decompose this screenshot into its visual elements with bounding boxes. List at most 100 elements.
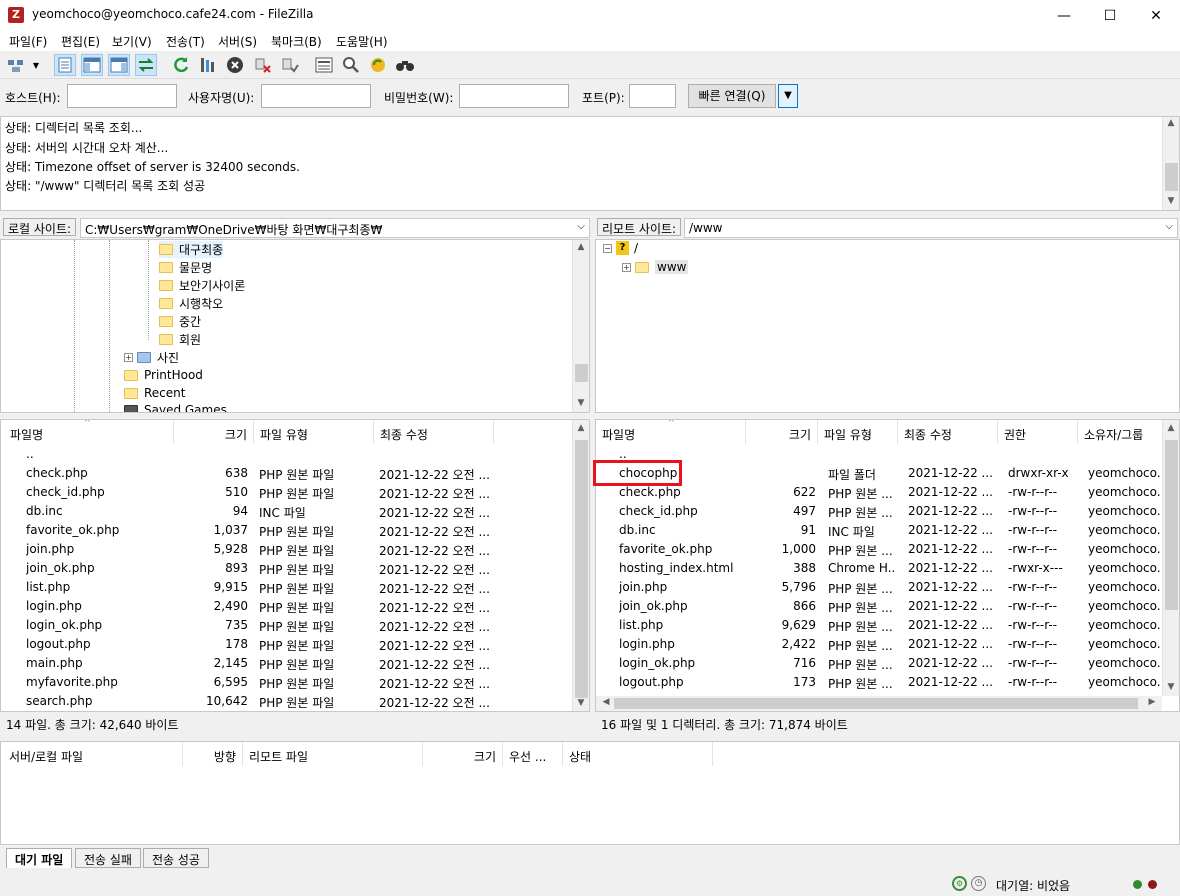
toggle-local-tree-icon[interactable] (81, 54, 103, 76)
file-row[interactable]: list.php 9,915 PHP 원본 파일 2021-12-22 오전 ... (1, 578, 589, 597)
col-owner[interactable]: 소유자/그룹 (1078, 420, 1163, 444)
file-row[interactable]: .. (596, 445, 1179, 464)
tree-item[interactable]: Recent (124, 386, 185, 400)
tree-item[interactable]: 회원 (159, 331, 201, 348)
expand-icon[interactable]: + (124, 353, 133, 362)
queue-col-size[interactable]: 크기 (423, 742, 503, 766)
search-files-icon[interactable] (340, 54, 362, 76)
file-row[interactable]: search.php 10,642 PHP 원본 파일 2021-12-22 오전 .… (1, 692, 589, 711)
toggle-log-icon[interactable] (54, 54, 76, 76)
site-manager-icon[interactable] (6, 54, 26, 76)
file-row[interactable]: db.inc 94 INC 파일 2021-12-22 오전 ... (1, 502, 589, 521)
file-row[interactable]: check_id.php 497 PHP 원본 ... 2021-12-22 ... -… (596, 502, 1179, 521)
hscroll-thumb[interactable] (614, 698, 1138, 709)
scroll-up-icon[interactable]: ▲ (573, 423, 589, 433)
log-scrollbar[interactable]: ▲ ▼ (1162, 117, 1179, 210)
compare-dirs-icon[interactable] (394, 54, 416, 76)
tree-item[interactable]: + www (622, 260, 689, 274)
file-row[interactable]: check.php 622 PHP 원본 ... 2021-12-22 ... -rw-… (596, 483, 1179, 502)
queue-col-file[interactable]: 서버/로컬 파일 (3, 742, 183, 766)
tree-item[interactable]: − ? / (603, 241, 638, 255)
scroll-down-icon[interactable]: ▼ (1163, 682, 1179, 692)
file-row[interactable]: join_ok.php 893 PHP 원본 파일 2021-12-22 오전 ... (1, 559, 589, 578)
file-row[interactable]: login_ok.php 735 PHP 원본 파일 2021-12-22 오전 ..… (1, 616, 589, 635)
file-row[interactable]: db.inc 91 INC 파일 2021-12-22 ... -rw-r--r-- ye… (596, 521, 1179, 540)
log-scroll-thumb[interactable] (1165, 163, 1178, 191)
tree-item[interactable]: + 사진 (124, 349, 179, 366)
menu-transfer[interactable]: 전송(T) (166, 33, 205, 50)
quickconnect-dropdown-icon[interactable]: ▼ (778, 84, 798, 108)
sync-browsing-icon[interactable] (367, 54, 389, 76)
menu-bookmarks[interactable]: 북마크(B) (271, 33, 322, 50)
file-row[interactable]: list.php 9,629 PHP 원본 ... 2021-12-22 ... -rw… (596, 616, 1179, 635)
cancel-operation-icon[interactable] (224, 54, 246, 76)
scroll-left-icon[interactable]: ◀ (598, 697, 614, 707)
tab-successful-transfers[interactable]: 전송 성공 (143, 848, 209, 868)
expand-icon[interactable]: + (622, 262, 631, 272)
queue-col-priority[interactable]: 우선 ... (503, 742, 563, 766)
col-size[interactable]: 크기 (174, 420, 254, 444)
col-size[interactable]: 크기 (746, 420, 818, 444)
file-row[interactable]: logout.php 178 PHP 원본 파일 2021-12-22 오전 ... (1, 635, 589, 654)
scroll-thumb[interactable] (1165, 440, 1178, 610)
file-row[interactable]: myfavorite.php 6,595 PHP 원본 파일 2021-12-22 오… (1, 673, 589, 692)
user-input[interactable] (261, 84, 371, 108)
maximize-button[interactable]: ☐ (1087, 0, 1133, 31)
gear-icon[interactable]: ⚙ (952, 876, 967, 891)
scroll-up-icon[interactable]: ▲ (1163, 423, 1179, 433)
file-row[interactable]: join.php 5,928 PHP 원본 파일 2021-12-22 오전 ... (1, 540, 589, 559)
menu-edit[interactable]: 편집(E) (61, 33, 100, 50)
file-row[interactable]: logout.php 173 PHP 원본 ... 2021-12-22 ... -rw… (596, 673, 1179, 692)
scroll-thumb[interactable] (575, 440, 588, 698)
menu-view[interactable]: 보기(V) (112, 33, 152, 50)
col-modified[interactable]: 최종 수정 (374, 420, 494, 444)
file-row[interactable]: check_id.php 510 PHP 원본 파일 2021-12-22 오전 ..… (1, 483, 589, 502)
scroll-down-icon[interactable]: ▼ (1163, 196, 1179, 206)
collapse-icon[interactable]: − (603, 243, 612, 253)
site-manager-dropdown-icon[interactable]: ▼ (30, 54, 42, 76)
remote-list-scrollbar[interactable]: ▲ ▼ (1162, 420, 1179, 696)
file-row[interactable]: join_ok.php 866 PHP 원본 ... 2021-12-22 ... -r… (596, 597, 1179, 616)
queue-col-direction[interactable]: 방향 (183, 742, 243, 766)
tree-item[interactable]: PrintHood (124, 368, 203, 382)
file-row[interactable]: favorite_ok.php 1,037 PHP 원본 파일 2021-12-22 … (1, 521, 589, 540)
col-modified[interactable]: 최종 수정 (898, 420, 998, 444)
refresh-icon[interactable] (170, 54, 192, 76)
queue-col-remote[interactable]: 리모트 파일 (243, 742, 423, 766)
col-type[interactable]: 파일 유형 (818, 420, 898, 444)
scroll-down-icon[interactable]: ▼ (573, 398, 589, 408)
file-row[interactable]: login_ok.php 716 PHP 원본 ... 2021-12-22 ... -… (596, 654, 1179, 673)
chevron-down-icon[interactable]: ⌵ (577, 221, 585, 232)
chevron-down-icon[interactable]: ⌵ (1165, 221, 1173, 232)
col-type[interactable]: 파일 유형 (254, 420, 374, 444)
file-row[interactable]: hosting_index.html 388 Chrome H... 2021-12-… (596, 559, 1179, 578)
queue-col-status[interactable]: 상태 (563, 742, 713, 766)
scroll-up-icon[interactable]: ▲ (1163, 118, 1179, 128)
password-input[interactable] (459, 84, 569, 108)
tree-item[interactable]: 대구최종 (159, 241, 224, 258)
file-row[interactable]: main.php 2,145 PHP 원본 파일 2021-12-22 오전 ... (1, 654, 589, 673)
close-button[interactable]: ✕ (1133, 0, 1179, 31)
port-input[interactable] (629, 84, 676, 108)
minimize-button[interactable]: — (1041, 0, 1087, 31)
toggle-remote-tree-icon[interactable] (108, 54, 130, 76)
quickconnect-button[interactable]: 빠른 연결(Q) (688, 84, 776, 108)
scroll-down-icon[interactable]: ▼ (573, 698, 589, 708)
file-row[interactable]: join.php 5,796 PHP 원본 ... 2021-12-22 ... -rw… (596, 578, 1179, 597)
toggle-queue-icon[interactable] (135, 54, 157, 76)
file-row[interactable]: favorite_ok.php 1,000 PHP 원본 ... 2021-12-22… (596, 540, 1179, 559)
scroll-thumb[interactable] (575, 364, 588, 382)
file-row[interactable]: login.php 2,422 PHP 원본 ... 2021-12-22 ... -r… (596, 635, 1179, 654)
local-path-combo[interactable]: C:₩Users₩gram₩OneDrive₩바탕 화면₩대구최종₩ ⌵ (80, 218, 590, 238)
tab-failed-transfers[interactable]: 전송 실패 (75, 848, 141, 868)
tree-item[interactable]: 중간 (159, 313, 201, 330)
file-row[interactable]: .. (1, 445, 589, 464)
file-row[interactable]: login.php 2,490 PHP 원본 파일 2021-12-22 오전 ... (1, 597, 589, 616)
tree-item[interactable]: 물문명 (159, 259, 212, 276)
disconnect-icon[interactable] (252, 54, 274, 76)
tab-queued-files[interactable]: 대기 파일 (6, 848, 73, 868)
reconnect-icon[interactable] (279, 54, 301, 76)
tree-item[interactable]: Saved Games (124, 403, 227, 412)
file-row[interactable]: chocophp 파일 폴더 2021-12-22 ... drwxr-xr-x yeo… (596, 464, 1179, 483)
file-row[interactable]: check.php 638 PHP 원본 파일 2021-12-22 오전 ... (1, 464, 589, 483)
